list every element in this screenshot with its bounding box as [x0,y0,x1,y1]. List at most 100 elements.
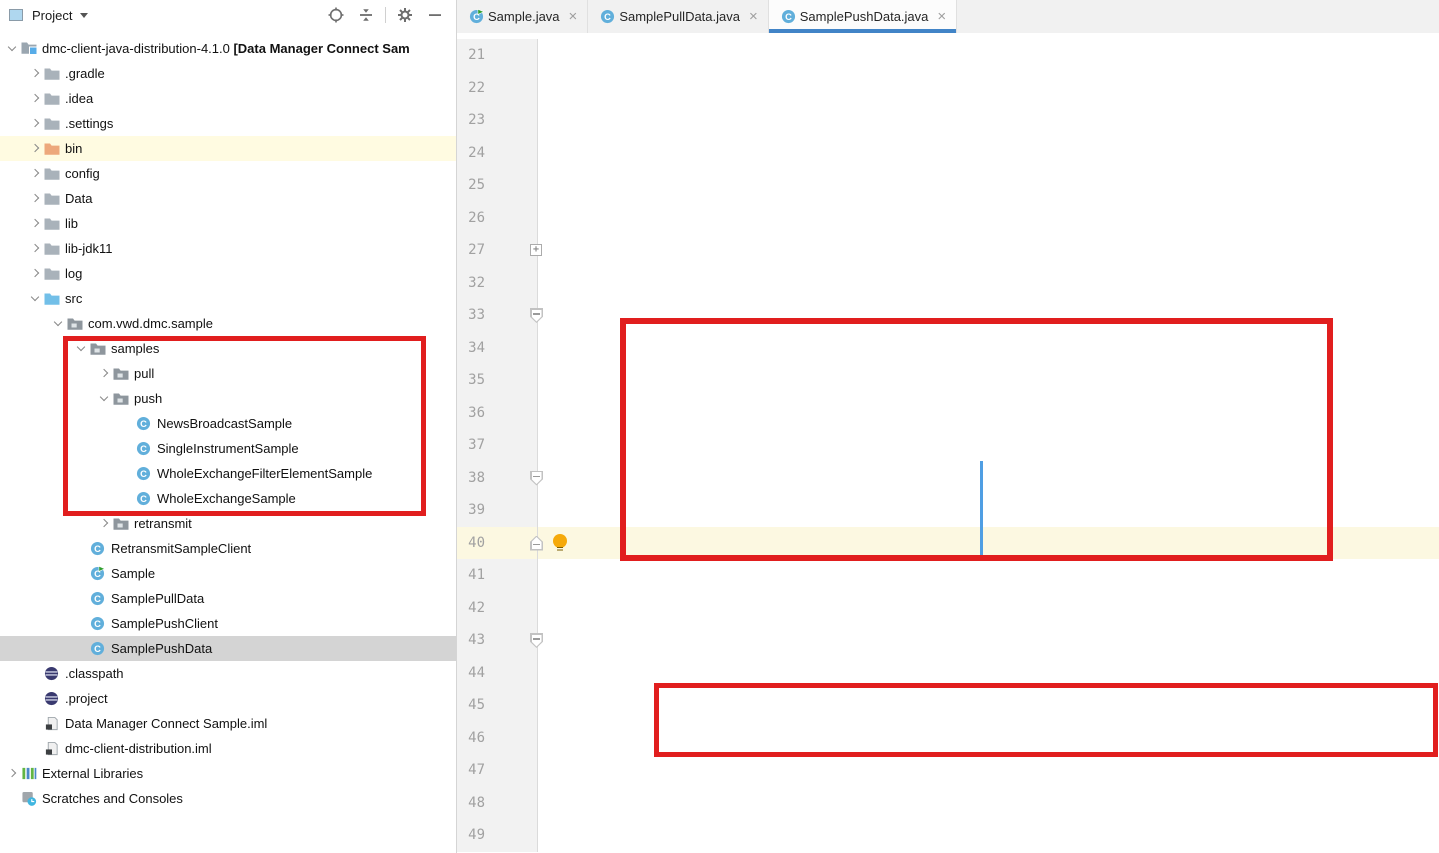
tree-item-retransmit[interactable]: retransmit [0,511,456,536]
code-line-22[interactable]: 22 [457,72,1439,105]
fold-expand-icon[interactable]: + [530,244,542,256]
tree-item-bin[interactable]: bin [0,136,456,161]
code-line-45[interactable]: 45 [457,689,1439,722]
code-line-36[interactable]: 36 [457,397,1439,430]
tree-item-push[interactable]: push [0,386,456,411]
project-tree[interactable]: dmc-client-java-distribution-4.1.0 [Data… [0,36,456,811]
tree-item-lib[interactable]: lib [0,211,456,236]
chevron-down-icon[interactable] [73,341,90,357]
code-line-35[interactable]: 35 [457,364,1439,397]
chevron-right-icon[interactable] [27,91,44,107]
editor-tab-samplepushdata-java[interactable]: CSamplePushData.java× [769,0,957,33]
editor-tab-sample-java[interactable]: CSample.java× [457,0,588,33]
chevron-right-icon[interactable] [4,766,21,782]
code-line-37[interactable]: 37 [457,429,1439,462]
tree-item-samplepushclient[interactable]: CSamplePushClient [0,611,456,636]
code-line-47[interactable]: 47 [457,754,1439,787]
chevron-down-icon[interactable] [96,391,113,407]
chevron-right-icon[interactable] [27,266,44,282]
fold-collapse-icon[interactable] [530,308,543,323]
tree-item-classpath[interactable]: .classpath [0,661,456,686]
collapse-all-icon[interactable] [358,7,374,23]
code-line-42[interactable]: 42 [457,592,1439,625]
code-line-27[interactable]: 27+ [457,234,1439,267]
chevron-right-icon[interactable] [96,516,113,532]
fold-end-icon[interactable] [530,536,543,551]
libs-icon [21,766,41,782]
code-line-32[interactable]: 32 [457,267,1439,300]
tree-item-wholeexchangefilterelementsample[interactable]: CWholeExchangeFilterElementSample [0,461,456,486]
code-line-44[interactable]: 44 [457,657,1439,690]
tree-item-src[interactable]: src [0,286,456,311]
tree-item-idea[interactable]: .idea [0,86,456,111]
code-line-40[interactable]: 40 [457,527,1439,560]
chevron-right-icon[interactable] [27,241,44,257]
tree-item-dmc-client-java-distribution-4-1-0[interactable]: dmc-client-java-distribution-4.1.0 [Data… [0,36,456,61]
chevron-down-icon[interactable] [50,316,67,332]
tree-item-data-manager-connect-sample-iml[interactable]: Data Manager Connect Sample.iml [0,711,456,736]
code-line-41[interactable]: 41 [457,559,1439,592]
code-line-25[interactable]: 25 [457,169,1439,202]
code-line-49[interactable]: 49 [457,819,1439,852]
code-line-21[interactable]: 21 [457,39,1439,72]
package-icon [90,341,110,357]
editor-tab-samplepulldata-java[interactable]: CSamplePullData.java× [588,0,768,33]
editor-area[interactable]: CSample.java×CSamplePullData.java×CSampl… [457,0,1439,853]
tree-item-external-libraries[interactable]: External Libraries [0,761,456,786]
tree-item-samplepulldata[interactable]: CSamplePullData [0,586,456,611]
tree-item-samplepushdata[interactable]: CSamplePushData [0,636,456,661]
chevron-down-icon[interactable] [27,291,44,307]
tree-item-samples[interactable]: samples [0,336,456,361]
code-line-23[interactable]: 23 [457,104,1439,137]
code-line-38[interactable]: 38 [457,462,1439,495]
tree-item-data[interactable]: Data [0,186,456,211]
hide-panel-icon[interactable] [427,7,443,23]
tree-item-wholeexchangesample[interactable]: CWholeExchangeSample [0,486,456,511]
code-editor[interactable]: 21222324252627+3233343536373839404142434… [457,33,1439,852]
fold-collapse-icon[interactable] [530,633,543,648]
class-icon: C [136,466,156,482]
tree-item-project[interactable]: .project [0,686,456,711]
code-line-24[interactable]: 24 [457,137,1439,170]
tree-item-scratches-and-consoles[interactable]: Scratches and Consoles [0,786,456,811]
chevron-right-icon[interactable] [96,366,113,382]
chevron-right-icon[interactable] [27,191,44,207]
tree-item-label: bin [64,141,82,156]
chevron-down-icon[interactable] [4,41,21,57]
tab-close-icon[interactable]: × [937,9,946,24]
code-line-26[interactable]: 26 [457,202,1439,235]
tree-item-newsbroadcastsample[interactable]: CNewsBroadcastSample [0,411,456,436]
code-line-46[interactable]: 46 [457,722,1439,755]
tree-item-retransmitsampleclient[interactable]: CRetransmitSampleClient [0,536,456,561]
chevron-right-icon[interactable] [27,216,44,232]
tree-item-config[interactable]: config [0,161,456,186]
code-line-39[interactable]: 39 [457,494,1439,527]
gear-icon[interactable] [397,7,413,23]
code-line-43[interactable]: 43 [457,624,1439,657]
locate-icon[interactable] [328,7,344,23]
tree-item-lib-jdk11[interactable]: lib-jdk11 [0,236,456,261]
tree-item-sample[interactable]: CSample [0,561,456,586]
fold-collapse-icon[interactable] [530,471,543,486]
tree-item-pull[interactable]: pull [0,361,456,386]
class-icon: C [90,591,110,607]
chevron-right-icon[interactable] [27,166,44,182]
chevron-right-icon[interactable] [27,116,44,132]
intention-bulb-icon[interactable] [553,534,567,548]
tree-item-dmc-client-distribution-iml[interactable]: dmc-client-distribution.iml [0,736,456,761]
tree-item-settings[interactable]: .settings [0,111,456,136]
chevron-down-icon[interactable] [80,13,88,18]
panel-title[interactable]: Project [32,8,72,23]
tab-close-icon[interactable]: × [749,9,758,24]
code-line-33[interactable]: 33 [457,299,1439,332]
tree-item-log[interactable]: log [0,261,456,286]
tab-close-icon[interactable]: × [569,9,578,24]
line-number: 48 [457,787,538,820]
tree-item-com-vwd-dmc-sample[interactable]: com.vwd.dmc.sample [0,311,456,336]
code-line-34[interactable]: 34 [457,332,1439,365]
tree-item-singleinstrumentsample[interactable]: CSingleInstrumentSample [0,436,456,461]
chevron-right-icon[interactable] [27,66,44,82]
code-line-48[interactable]: 48 [457,787,1439,820]
tree-item-gradle[interactable]: .gradle [0,61,456,86]
chevron-right-icon[interactable] [27,141,44,157]
